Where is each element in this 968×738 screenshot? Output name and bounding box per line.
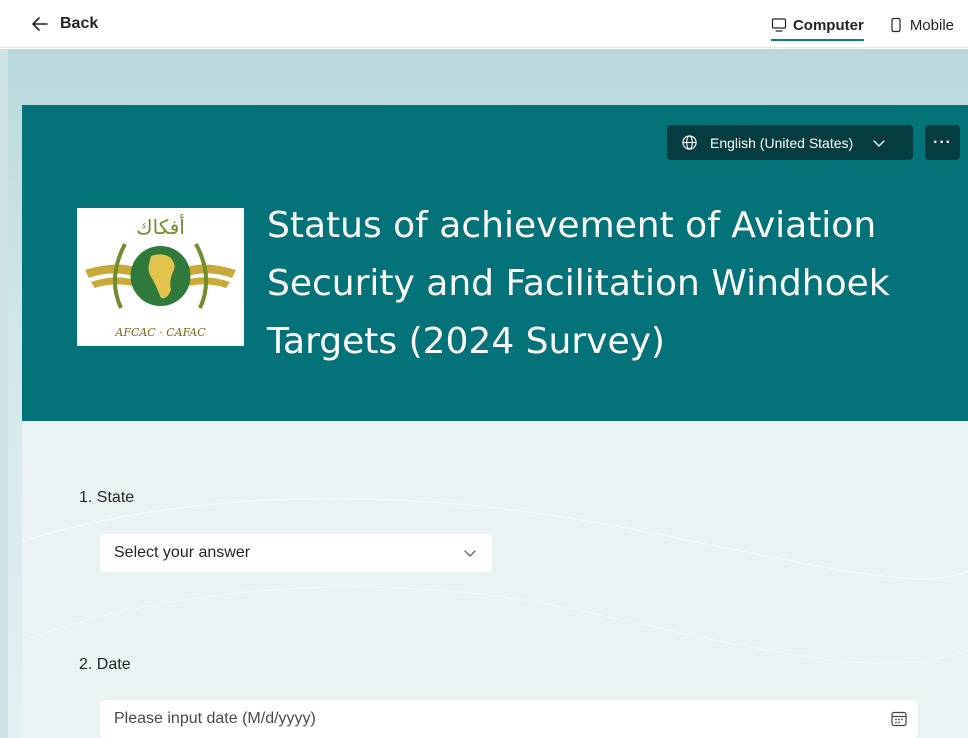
question-1-label: 1. State: [79, 489, 134, 507]
left-scroll-edge: [0, 49, 8, 738]
date-field[interactable]: Please input date (M/d/yyyy): [100, 700, 918, 738]
logo-acronym-text: AFCAC · CAFAC: [114, 326, 206, 339]
monitor-icon: [771, 18, 787, 32]
form-title: Status of achievement of Aviation Securi…: [267, 205, 890, 362]
state-dropdown-placeholder: Select your answer: [114, 544, 251, 561]
mobile-view-label: Mobile: [909, 16, 954, 34]
chevron-down-icon: [873, 139, 885, 147]
back-label: Back: [60, 15, 99, 32]
back-button[interactable]: Back: [30, 12, 98, 36]
date-field-placeholder: Please input date (M/d/yyyy): [114, 710, 316, 727]
computer-view-tab[interactable]: Computer: [770, 10, 864, 41]
logo-arabic-text: أفكاك: [136, 214, 185, 239]
card-background-wave: [22, 497, 968, 664]
top-bar: Back Computer Mobile: [0, 0, 968, 48]
arrow-left-icon: [32, 17, 48, 31]
computer-view-label: Computer: [792, 16, 864, 34]
question-1-number: 1.: [79, 489, 93, 506]
language-label: English (United States): [710, 134, 854, 151]
question-2-label: 2. Date: [79, 656, 131, 674]
chevron-down-icon: [464, 550, 476, 557]
calendar-icon[interactable]: [890, 710, 908, 728]
afcac-emblem: أفكاك AFCAC · CAFAC: [85, 214, 236, 339]
question-2-text: Date: [96, 656, 131, 673]
question-2-number: 2.: [79, 656, 93, 673]
mobile-view-tab[interactable]: Mobile: [888, 10, 954, 40]
phone-icon: [891, 17, 901, 33]
afcac-logo: أفكاك AFCAC · CAFAC: [77, 208, 244, 346]
state-dropdown[interactable]: Select your answer: [100, 534, 492, 572]
question-1-text: State: [96, 489, 135, 506]
form-header: English (United States) ··· أفكاك AFCAC …: [22, 105, 968, 421]
more-options-button[interactable]: ···: [925, 125, 960, 160]
globe-icon: [682, 135, 697, 150]
language-selector[interactable]: English (United States): [667, 125, 913, 160]
form-card: English (United States) ··· أفكاك AFCAC …: [22, 105, 968, 738]
view-toggle: Computer Mobile: [770, 10, 954, 41]
